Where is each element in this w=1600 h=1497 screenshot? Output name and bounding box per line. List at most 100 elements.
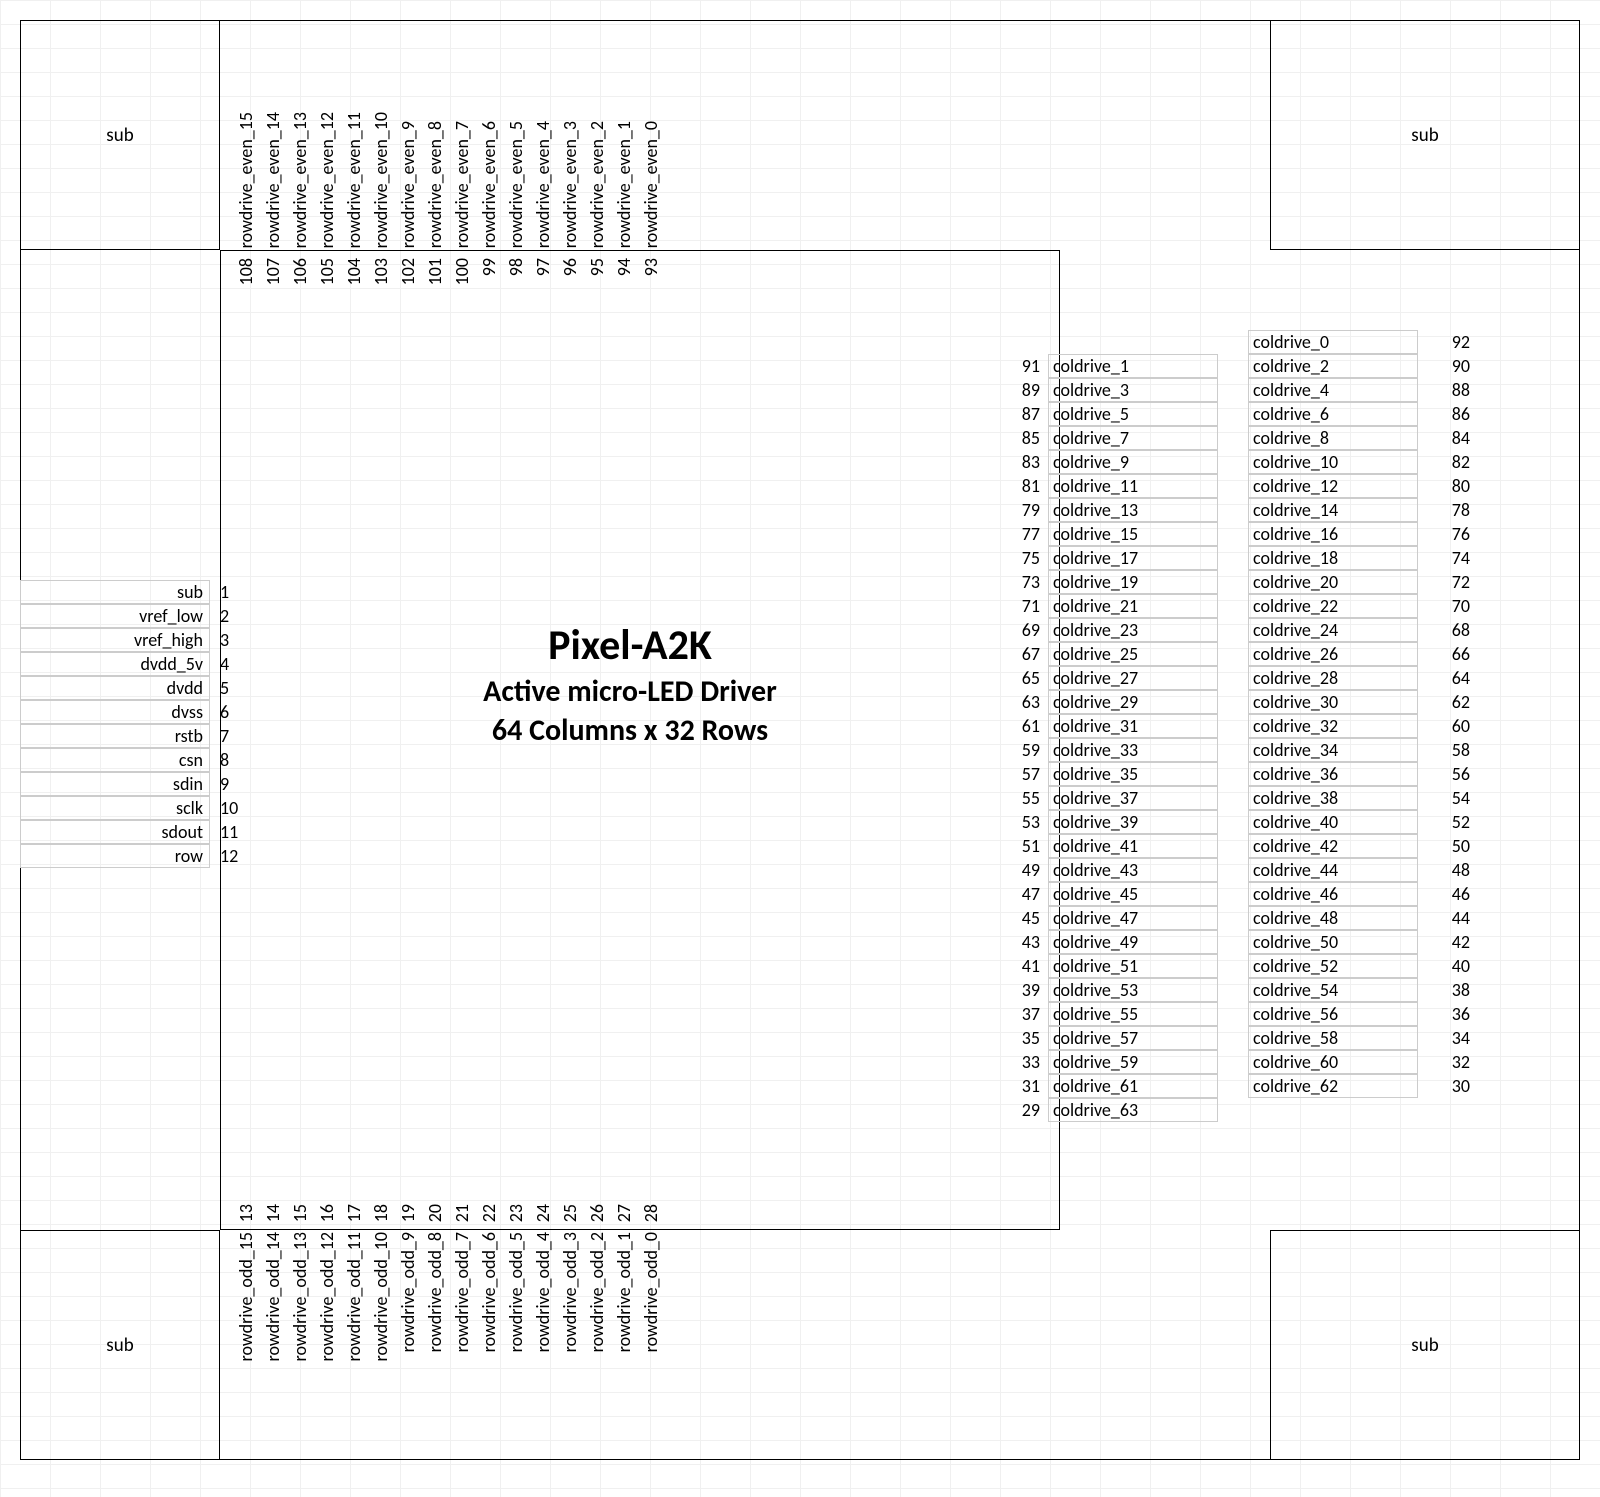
signal-pin: 10: [210, 797, 258, 819]
rowdrive-odd-pins: 13141516171819202122232425262728: [232, 1162, 664, 1222]
rowdrive-label: rowdrive_even_12: [316, 112, 338, 248]
signal-pin: 11: [210, 821, 258, 843]
coldrive-name: coldrive_15: [1048, 522, 1218, 546]
coldrive-pin: 64: [1418, 667, 1470, 689]
coldrive-pin: 56: [1418, 763, 1470, 785]
coldrive-name: coldrive_19: [1048, 570, 1218, 594]
coldrive-name: coldrive_29: [1048, 690, 1218, 714]
coldrive-pin: 89: [1000, 379, 1048, 401]
coldrive-pin: 51: [1000, 835, 1048, 857]
coldrive-pin: 73: [1000, 571, 1048, 593]
coldrive-row: 31coldrive_61coldrive_6230: [1000, 1074, 1470, 1098]
coldrive-row: 71coldrive_21coldrive_2270: [1000, 594, 1470, 618]
coldrive-name: coldrive_53: [1048, 978, 1218, 1002]
coldrive-name: coldrive_46: [1248, 882, 1418, 906]
coldrive-pin: 91: [1000, 355, 1048, 377]
pin-number: 93: [640, 258, 662, 276]
coldrive-name: coldrive_12: [1248, 474, 1418, 498]
coldrive-name: coldrive_5: [1048, 402, 1218, 426]
coldrive-pin: 86: [1418, 403, 1470, 425]
coldrive-name: coldrive_18: [1248, 546, 1418, 570]
coldrive-pin: 37: [1000, 1003, 1048, 1025]
rowdrive-label: rowdrive_odd_14: [262, 1232, 284, 1361]
coldrive-name: coldrive_39: [1048, 810, 1218, 834]
coldrive-name: coldrive_33: [1048, 738, 1218, 762]
coldrive-pin: 78: [1418, 499, 1470, 521]
coldrive-name: coldrive_27: [1048, 666, 1218, 690]
signal-name: sub: [20, 580, 210, 604]
coldrive-row: 61coldrive_31coldrive_3260: [1000, 714, 1470, 738]
coldrive-row: 45coldrive_47coldrive_4844: [1000, 906, 1470, 930]
coldrive-name: coldrive_56: [1248, 1002, 1418, 1026]
pin-number: 14: [262, 1204, 284, 1222]
coldrive-row: 89coldrive_3coldrive_488: [1000, 378, 1470, 402]
coldrive-pin: 53: [1000, 811, 1048, 833]
signal-pin: 9: [210, 773, 258, 795]
coldrive-name: coldrive_9: [1048, 450, 1218, 474]
signal-name: dvdd_5v: [20, 652, 210, 676]
coldrive-pin: 83: [1000, 451, 1048, 473]
coldrive-bottom-row: 29 coldrive_63: [1000, 1098, 1218, 1122]
coldrive-pin: 32: [1418, 1051, 1470, 1073]
coldrive-pin: 80: [1418, 475, 1470, 497]
coldrive-row: 67coldrive_25coldrive_2666: [1000, 642, 1470, 666]
coldrive-name: coldrive_37: [1048, 786, 1218, 810]
coldrive-name: coldrive_34: [1248, 738, 1418, 762]
pin-number: 108: [235, 258, 257, 285]
coldrive-row: 81coldrive_11coldrive_1280: [1000, 474, 1470, 498]
pin-number: 103: [370, 258, 392, 285]
chip-title: Pixel-A2K: [320, 620, 940, 671]
signal-name: dvdd: [20, 676, 210, 700]
coldrive-pin: 69: [1000, 619, 1048, 641]
coldrive-name: coldrive_25: [1048, 642, 1218, 666]
rowdrive-label: rowdrive_even_8: [424, 121, 446, 248]
coldrive-pin: 67: [1000, 643, 1048, 665]
coldrive-row: 47coldrive_45coldrive_4646: [1000, 882, 1470, 906]
coldrive-pin: 90: [1418, 355, 1470, 377]
coldrive-name: coldrive_26: [1248, 642, 1418, 666]
coldrive-row: 79coldrive_13coldrive_1478: [1000, 498, 1470, 522]
pin-number: 97: [532, 258, 554, 276]
coldrive-pin: 87: [1000, 403, 1048, 425]
coldrive-name: coldrive_31: [1048, 714, 1218, 738]
left-signal-row: sdin9: [20, 772, 258, 796]
coldrive-pin: 59: [1000, 739, 1048, 761]
coldrive-name: coldrive_59: [1048, 1050, 1218, 1074]
pin-number: 28: [640, 1204, 662, 1222]
coldrive-name: coldrive_60: [1248, 1050, 1418, 1074]
rowdrive-label: rowdrive_even_6: [478, 121, 500, 248]
signal-pin: 2: [210, 605, 258, 627]
sub-label: sub: [1411, 1334, 1438, 1357]
coldrive-name: coldrive_49: [1048, 930, 1218, 954]
coldrive-name: coldrive_1: [1048, 354, 1218, 378]
pin-number: 94: [613, 258, 635, 276]
coldrive-row: 41coldrive_51coldrive_5240: [1000, 954, 1470, 978]
coldrive-name: coldrive_58: [1248, 1026, 1418, 1050]
coldrive-pin: 48: [1418, 859, 1470, 881]
coldrive-pin: 47: [1000, 883, 1048, 905]
coldrive-pin: 79: [1000, 499, 1048, 521]
coldrive-pin: 68: [1418, 619, 1470, 641]
pin-number: 25: [559, 1204, 581, 1222]
coldrive-pin: 43: [1000, 931, 1048, 953]
coldrive-row: 85coldrive_7coldrive_884: [1000, 426, 1470, 450]
left-signal-row: sub1: [20, 580, 258, 604]
coldrive-name: coldrive_40: [1248, 810, 1418, 834]
coldrive-pin: 50: [1418, 835, 1470, 857]
rowdrive-label: rowdrive_odd_6: [478, 1232, 500, 1352]
pin-number: 18: [370, 1204, 392, 1222]
coldrive-pin: 55: [1000, 787, 1048, 809]
signal-name: dvss: [20, 700, 210, 724]
coldrive-pin: 62: [1418, 691, 1470, 713]
coldrive-name: coldrive_23: [1048, 618, 1218, 642]
coldrive-pin: 33: [1000, 1051, 1048, 1073]
signal-pin: 3: [210, 629, 258, 651]
coldrive-pin: 72: [1418, 571, 1470, 593]
rowdrive-odd-labels: rowdrive_odd_15rowdrive_odd_14rowdrive_o…: [232, 1232, 664, 1458]
coldrive-name: coldrive_24: [1248, 618, 1418, 642]
rowdrive-label: rowdrive_odd_2: [586, 1232, 608, 1352]
coldrive-pin: 60: [1418, 715, 1470, 737]
coldrive-pin: 29: [1000, 1099, 1048, 1121]
rowdrive-label: rowdrive_even_7: [451, 121, 473, 248]
pin-number: 99: [478, 258, 500, 276]
